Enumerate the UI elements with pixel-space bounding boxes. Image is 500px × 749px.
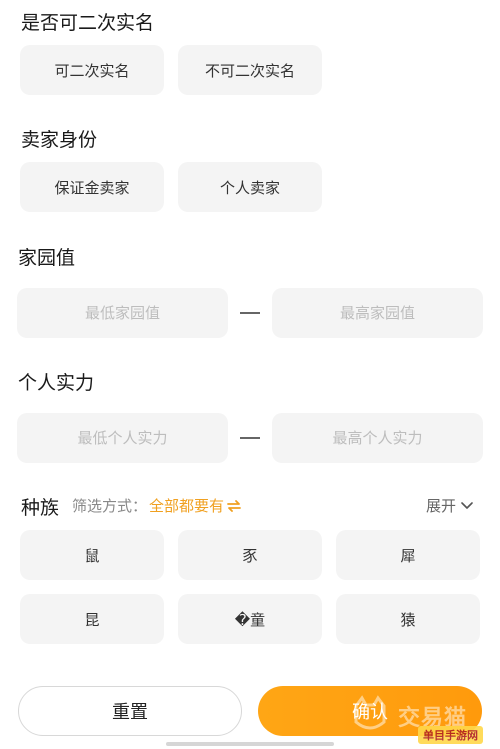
option-personal-seller[interactable]: 个人卖家: [178, 162, 322, 212]
race-option-insect[interactable]: 昆: [20, 594, 164, 644]
race-option-rhino[interactable]: 犀: [336, 530, 480, 580]
realname-title: 是否可二次实名: [21, 12, 155, 34]
race-expand-label: 展开: [426, 497, 457, 515]
watermark-logo-icon: [354, 695, 386, 730]
race-title: 种族: [21, 497, 60, 519]
power-min-input[interactable]: [17, 413, 228, 463]
power-range-dash: [240, 437, 260, 439]
home-value-range-dash: [240, 312, 260, 314]
home-value-max-input[interactable]: [272, 288, 483, 338]
reset-button[interactable]: 重置: [18, 686, 242, 736]
chevron-down-icon: [461, 501, 473, 509]
race-expand-button[interactable]: 展开: [426, 495, 473, 516]
race-filter-mode[interactable]: 筛选方式： 全部都要有: [72, 495, 242, 516]
watermark: 交易猫 单目手游网: [340, 690, 492, 744]
option-cannot-realname[interactable]: 不可二次实名: [178, 45, 322, 95]
home-value-title: 家园值: [18, 247, 76, 269]
race-filter-label: 筛选方式：: [72, 497, 148, 515]
option-deposit-seller[interactable]: 保证金卖家: [20, 162, 164, 212]
race-option-ape[interactable]: 猿: [336, 594, 480, 644]
race-option-ghost[interactable]: �童: [178, 594, 322, 644]
race-option-pig[interactable]: 豕: [178, 530, 322, 580]
power-max-input[interactable]: [272, 413, 483, 463]
race-filter-value[interactable]: 全部都要有: [149, 495, 224, 516]
race-option-mouse[interactable]: 鼠: [20, 530, 164, 580]
seller-title: 卖家身份: [21, 129, 98, 151]
home-indicator: [166, 742, 334, 746]
home-value-min-input[interactable]: [17, 288, 228, 338]
watermark-badge: 单目手游网: [418, 726, 483, 744]
option-can-realname[interactable]: 可二次实名: [20, 45, 164, 95]
swap-icon[interactable]: [226, 499, 242, 513]
power-title: 个人实力: [18, 372, 95, 394]
